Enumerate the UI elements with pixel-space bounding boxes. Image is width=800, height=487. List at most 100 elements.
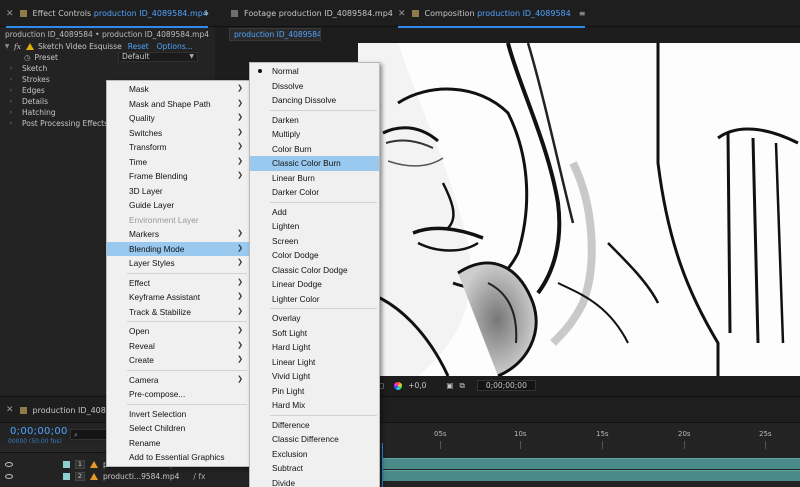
- layer-duration-bar[interactable]: [382, 458, 800, 469]
- menu-item-pre-compose[interactable]: Pre-compose...: [107, 387, 249, 402]
- ruler-tick: [765, 441, 766, 449]
- composition-breadcrumb[interactable]: production ID_4089584: [229, 28, 321, 41]
- blend-mode-screen[interactable]: Screen: [250, 234, 379, 249]
- panel-menu-icon[interactable]: [19, 406, 27, 414]
- camera-icon[interactable]: ▣: [446, 381, 453, 390]
- blend-mode-classic-color-dodge[interactable]: Classic Color Dodge: [250, 263, 379, 278]
- blend-mode-linear-dodge[interactable]: Linear Dodge: [250, 277, 379, 292]
- menu-item-switches[interactable]: Switches ❯: [107, 126, 249, 141]
- expand-icon[interactable]: ▼: [0, 43, 14, 50]
- menu-item-invert-selection[interactable]: Invert Selection: [107, 407, 249, 422]
- double-chevron-icon[interactable]: »: [203, 9, 209, 19]
- menu-item-blending-mode[interactable]: Blending Mode ❯: [107, 241, 249, 256]
- panel-menu-icon[interactable]: [231, 10, 238, 17]
- close-icon[interactable]: ✕: [6, 405, 14, 415]
- menu-item-mask[interactable]: Mask ❯: [107, 82, 249, 97]
- menu-item-frame-blending[interactable]: Frame Blending ❯: [107, 169, 249, 184]
- menu-item-reveal[interactable]: Reveal ❯: [107, 339, 249, 354]
- blend-mode-lighter-color[interactable]: Lighter Color: [250, 292, 379, 307]
- blend-mode-lighten[interactable]: Lighten: [250, 219, 379, 234]
- time-ruler[interactable]: 05s 10s 15s 20s 25s: [382, 423, 800, 451]
- eye-icon[interactable]: [5, 473, 13, 479]
- blend-mode-add[interactable]: Add: [250, 205, 379, 220]
- blend-mode-multiply[interactable]: Multiply: [250, 127, 379, 142]
- reset-link[interactable]: Reset: [128, 42, 149, 51]
- menu-item-label: Classic Difference: [272, 434, 339, 444]
- current-time-display[interactable]: 0;00;00;00: [10, 426, 68, 437]
- color-wheel-icon[interactable]: [394, 381, 403, 390]
- menu-item-keyframe-assistant[interactable]: Keyframe Assistant ❯: [107, 290, 249, 305]
- viewer-timecode[interactable]: 0;00;00;00: [476, 380, 536, 391]
- close-icon[interactable]: ✕: [398, 9, 406, 19]
- menu-item-select-children[interactable]: Select Children: [107, 421, 249, 436]
- tab-footage[interactable]: Footage production ID_4089584.mp4: [231, 0, 393, 27]
- panel-menu-icon[interactable]: [19, 10, 27, 17]
- menu-item-track-and-stabilize[interactable]: Track & Stabilize ❯: [107, 305, 249, 320]
- options-link[interactable]: Options...: [157, 42, 193, 51]
- panel-menu-icon[interactable]: [411, 10, 419, 17]
- blend-mode-divide[interactable]: Divide: [250, 476, 379, 487]
- layer-duration-bar[interactable]: [382, 470, 800, 481]
- expand-icon[interactable]: ›: [0, 98, 22, 105]
- blend-mode-vivid-light[interactable]: Vivid Light: [250, 369, 379, 384]
- label-color-swatch[interactable]: [63, 472, 70, 480]
- menu-item-open[interactable]: Open ❯: [107, 324, 249, 339]
- fx-icon[interactable]: / fx: [193, 472, 205, 481]
- menu-item-guide-layer[interactable]: Guide Layer: [107, 198, 249, 213]
- playhead[interactable]: [382, 443, 383, 487]
- menu-item-mask-and-shape-path[interactable]: Mask and Shape Path ❯: [107, 97, 249, 112]
- expand-icon[interactable]: ›: [0, 76, 22, 83]
- menu-item-markers[interactable]: Markers ❯: [107, 227, 249, 242]
- menu-item-quality[interactable]: Quality ❯: [107, 111, 249, 126]
- close-icon[interactable]: ✕: [6, 9, 14, 19]
- hamburger-icon[interactable]: ≡: [579, 9, 586, 18]
- blend-mode-dissolve[interactable]: Dissolve: [250, 79, 379, 94]
- layer-name[interactable]: producti...9584.mp4: [103, 472, 179, 481]
- share-icon[interactable]: ⧉: [460, 381, 465, 391]
- menu-item-rename[interactable]: Rename: [107, 436, 249, 451]
- blend-mode-pin-light[interactable]: Pin Light: [250, 384, 379, 399]
- expand-icon[interactable]: ›: [0, 120, 22, 127]
- eye-icon[interactable]: [5, 461, 13, 467]
- tab-composition[interactable]: ✕ Composition production ID_4089584 ≡: [398, 0, 586, 28]
- menu-item-3d-layer[interactable]: 3D Layer: [107, 184, 249, 199]
- blend-mode-exclusion[interactable]: Exclusion: [250, 447, 379, 462]
- effect-header-row[interactable]: ▼ fx Sketch Video Esquisse Reset Options…: [0, 41, 215, 52]
- blend-mode-difference[interactable]: Difference: [250, 418, 379, 433]
- expand-icon[interactable]: ›: [0, 109, 22, 116]
- blend-mode-hard-mix[interactable]: Hard Mix: [250, 398, 379, 413]
- stopwatch-icon[interactable]: ◷: [24, 53, 31, 62]
- menu-item-camera[interactable]: Camera ❯: [107, 373, 249, 388]
- blend-mode-dancing-dissolve[interactable]: Dancing Dissolve: [250, 93, 379, 108]
- blend-mode-linear-light[interactable]: Linear Light: [250, 355, 379, 370]
- menu-item-add-to-essential-graphics[interactable]: Add to Essential Graphics: [107, 450, 249, 465]
- blend-mode-normal[interactable]: Normal: [250, 64, 379, 79]
- blend-mode-darken[interactable]: Darken: [250, 113, 379, 128]
- menu-item-time[interactable]: Time ❯: [107, 155, 249, 170]
- expand-icon[interactable]: ›: [0, 87, 22, 94]
- blend-mode-overlay[interactable]: Overlay: [250, 311, 379, 326]
- label-color-swatch[interactable]: [63, 460, 70, 468]
- menu-item-layer-styles[interactable]: Layer Styles ❯: [107, 256, 249, 271]
- preset-dropdown[interactable]: Default ▼: [118, 52, 198, 62]
- menu-item-transform[interactable]: Transform ❯: [107, 140, 249, 155]
- expand-icon[interactable]: ›: [0, 65, 22, 72]
- menu-item-create[interactable]: Create ❯: [107, 353, 249, 368]
- ruler-tick: [602, 441, 603, 449]
- blend-mode-subtract[interactable]: Subtract: [250, 461, 379, 476]
- menu-item-effect[interactable]: Effect ❯: [107, 276, 249, 291]
- blend-mode-soft-light[interactable]: Soft Light: [250, 326, 379, 341]
- blend-mode-color-burn[interactable]: Color Burn: [250, 142, 379, 157]
- composition-viewer[interactable]: [358, 43, 800, 376]
- blend-mode-hard-light[interactable]: Hard Light: [250, 340, 379, 355]
- fx-icon[interactable]: fx: [14, 42, 21, 51]
- tab-effect-controls[interactable]: ✕ Effect Controls production ID_4089584.…: [6, 0, 208, 28]
- blend-mode-darker-color[interactable]: Darker Color: [250, 185, 379, 200]
- blend-mode-linear-burn[interactable]: Linear Burn: [250, 171, 379, 186]
- group-sketch[interactable]: › Sketch: [0, 63, 215, 74]
- exposure-value[interactable]: +0,0: [408, 381, 426, 390]
- timeline-search-input[interactable]: ⌕: [70, 429, 110, 440]
- blend-mode-classic-difference[interactable]: Classic Difference: [250, 432, 379, 447]
- blend-mode-classic-color-burn[interactable]: Classic Color Burn: [250, 156, 379, 171]
- blend-mode-color-dodge[interactable]: Color Dodge: [250, 248, 379, 263]
